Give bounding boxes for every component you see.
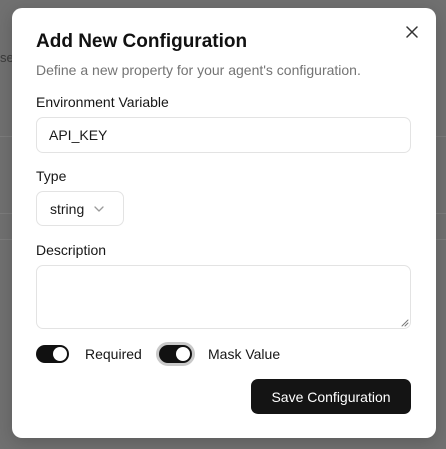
save-configuration-button[interactable]: Save Configuration [251,379,411,414]
mask-value-toggle[interactable] [159,345,192,363]
required-label: Required [85,346,142,362]
toggle-knob [176,347,190,361]
dialog-subtitle: Define a new property for your agent's c… [36,62,361,78]
env-var-label: Environment Variable [36,94,169,110]
required-toggle[interactable] [36,345,69,363]
env-var-input[interactable] [36,117,411,153]
close-button[interactable] [402,22,422,42]
toggle-knob [53,347,67,361]
background-text: se [0,50,12,65]
resize-grip-icon[interactable] [401,319,409,327]
type-select-value: string [50,200,85,217]
description-label: Description [36,242,107,258]
type-label: Type [36,168,67,184]
add-configuration-dialog: Add New Configuration Define a new prope… [12,8,436,438]
description-textarea[interactable] [36,265,411,329]
chevron-down-icon [94,205,104,212]
close-icon [406,26,418,38]
mask-value-label: Mask Value [208,346,281,362]
dialog-title: Add New Configuration [36,31,248,52]
type-select[interactable]: string [36,191,124,226]
